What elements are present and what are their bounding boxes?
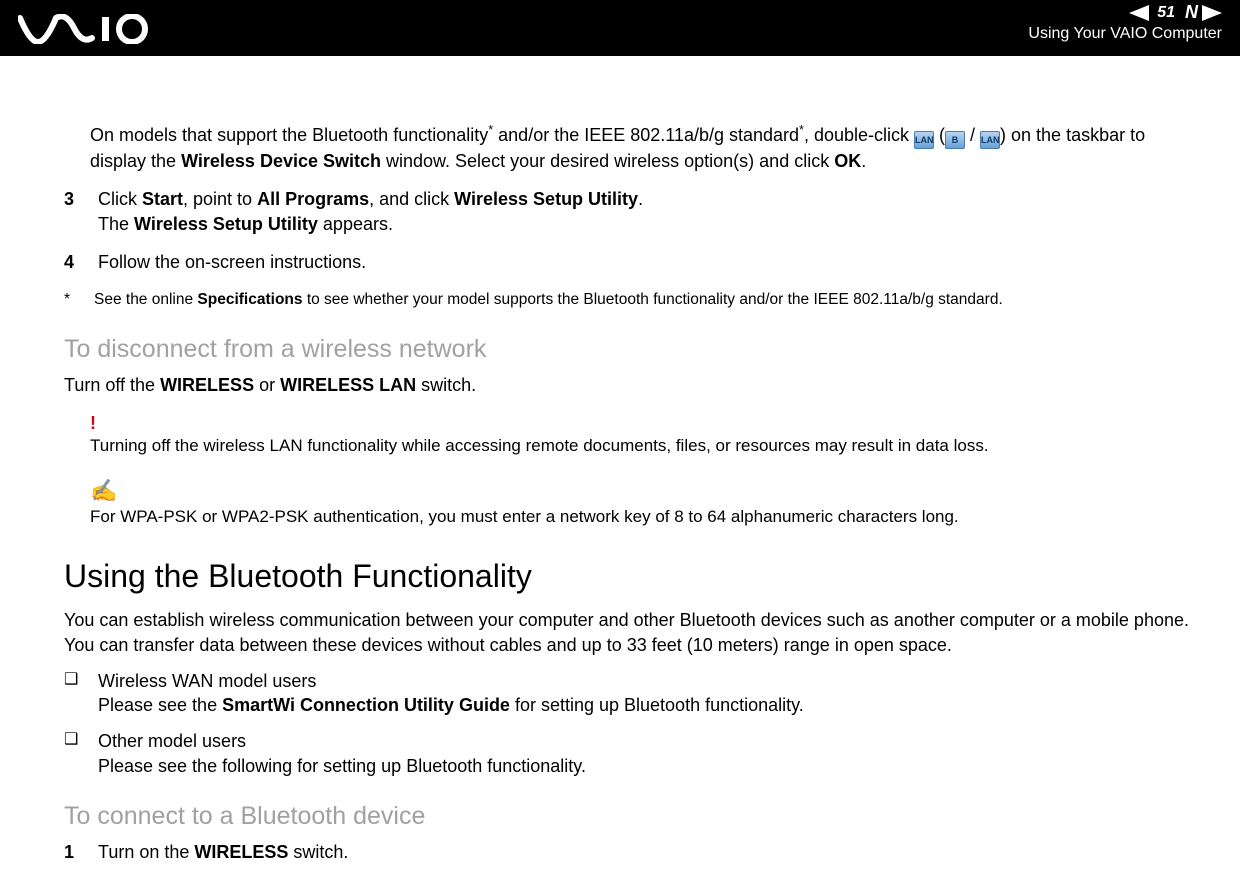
- bullet-2: ❑ Other model users Please see the follo…: [64, 729, 1190, 778]
- step-number: 4: [64, 250, 78, 274]
- footnote: * See the online Specifications to see w…: [64, 290, 1190, 311]
- intro-paragraph: On models that support the Bluetooth fun…: [90, 122, 1190, 173]
- page-header: 51 N Using Your VAIO Computer: [0, 0, 1240, 56]
- bang-icon: !: [90, 411, 1190, 435]
- warning-callout: ! Turning off the wireless LAN functiona…: [90, 411, 1190, 458]
- note-callout: ✍ For WPA-PSK or WPA2-PSK authentication…: [90, 476, 1190, 529]
- disconnect-text: Turn off the WIRELESS or WIRELESS LAN sw…: [64, 373, 1190, 397]
- connect-step-1: 1 Turn on the WIRELESS switch.: [64, 840, 1190, 864]
- lan-icon: LAN: [980, 131, 1000, 149]
- step-number: 3: [64, 187, 78, 236]
- vaio-logo: [18, 14, 158, 44]
- connect-heading: To connect to a Bluetooth device: [64, 800, 1190, 834]
- bullet-1: ❑ Wireless WAN model users Please see th…: [64, 669, 1190, 718]
- bluetooth-heading: Using the Bluetooth Functionality: [64, 555, 1190, 598]
- page-number: 51: [1153, 4, 1179, 22]
- bullet-icon: ❑: [64, 729, 80, 778]
- page-content: On models that support the Bluetooth fun…: [0, 56, 1240, 874]
- next-page-arrow-icon[interactable]: [1202, 5, 1222, 21]
- wireless-lan-icon: LAN: [914, 131, 934, 149]
- page-nav: 51 N Using Your VAIO Computer: [1028, 2, 1222, 43]
- step-4: 4 Follow the on-screen instructions.: [64, 250, 1190, 274]
- prev-page-arrow-icon[interactable]: [1129, 5, 1149, 21]
- disconnect-heading: To disconnect from a wireless network: [64, 333, 1190, 367]
- step-number: 1: [64, 840, 78, 864]
- section-label: Using Your VAIO Computer: [1028, 25, 1222, 43]
- bluetooth-para: You can establish wireless communication…: [64, 608, 1190, 657]
- step-3: 3 Click Start, point to All Programs, an…: [64, 187, 1190, 236]
- pencil-icon: ✍: [90, 476, 1190, 506]
- nav-n-letter: N: [1185, 2, 1198, 23]
- bluetooth-icon: B: [945, 131, 965, 149]
- vaio-logo-svg: [18, 14, 158, 44]
- bullet-icon: ❑: [64, 669, 80, 718]
